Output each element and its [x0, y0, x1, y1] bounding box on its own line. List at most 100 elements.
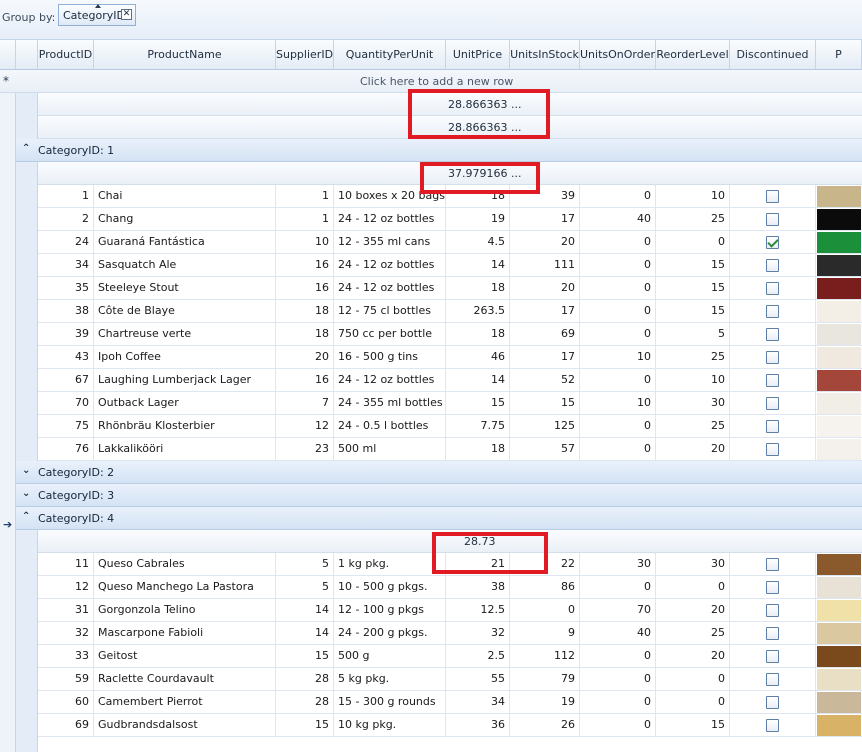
cell-id[interactable]: 59 [38, 668, 94, 690]
cell-qty[interactable]: 12 - 100 g pkgs [334, 599, 446, 621]
unchecked-checkbox[interactable] [766, 282, 779, 295]
table-row[interactable]: 12 Queso Manchego La Pastora 5 10 - 500 g p… [38, 576, 862, 599]
cell-name[interactable]: Raclette Courdavault [94, 668, 276, 690]
cell-supplier[interactable]: 28 [276, 691, 334, 713]
cell-stock[interactable]: 15 [510, 392, 580, 414]
table-row[interactable]: 59 Raclette Courdavault 28 5 kg pkg. 55 79 0 0 [38, 668, 862, 691]
cell-reorder[interactable]: 15 [656, 277, 730, 299]
cell-order[interactable]: 0 [580, 277, 656, 299]
checked-checkbox[interactable] [766, 236, 779, 249]
cell-reorder[interactable]: 10 [656, 369, 730, 391]
table-row[interactable]: 35 Steeleye Stout 16 24 - 12 oz bottles 18 20… [38, 277, 862, 300]
unchecked-checkbox[interactable] [766, 650, 779, 663]
cell-price[interactable]: 38 [446, 576, 510, 598]
cell-qty[interactable]: 24 - 0.5 l bottles [334, 415, 446, 437]
cell-supplier[interactable]: 16 [276, 254, 334, 276]
cell-name[interactable]: Mascarpone Fabioli [94, 622, 276, 644]
cell-id[interactable]: 11 [38, 553, 94, 575]
cell-stock[interactable]: 17 [510, 346, 580, 368]
cell-price[interactable]: 263.5 [446, 300, 510, 322]
cell-supplier[interactable]: 5 [276, 576, 334, 598]
cell-name[interactable]: Gudbrandsdalsost [94, 714, 276, 736]
cell-name[interactable]: Sasquatch Ale [94, 254, 276, 276]
cell-qty[interactable]: 12 - 75 cl bottles [334, 300, 446, 322]
cell-order[interactable]: 0 [580, 668, 656, 690]
cell-order[interactable]: 0 [580, 323, 656, 345]
column-header-discontinued[interactable]: Discontinued [730, 40, 816, 70]
cell-id[interactable]: 43 [38, 346, 94, 368]
unchecked-checkbox[interactable] [766, 581, 779, 594]
cell-qty[interactable]: 15 - 300 g rounds [334, 691, 446, 713]
cell-price[interactable]: 15 [446, 392, 510, 414]
cell-id[interactable]: 33 [38, 645, 94, 667]
group-chip-categoryid[interactable]: CategoryID ✕ [58, 4, 136, 26]
cell-name[interactable]: Lakkalikööri [94, 438, 276, 460]
table-row[interactable]: 69 Gudbrandsdalsost 15 10 kg pkg. 36 26 0 15 [38, 714, 862, 737]
group-header-row[interactable]: ⌃ CategoryID: 1 [16, 139, 862, 162]
cell-reorder[interactable]: 0 [656, 691, 730, 713]
unchecked-checkbox[interactable] [766, 420, 779, 433]
column-header-unitprice[interactable]: UnitPrice [446, 40, 510, 70]
column-header-p[interactable]: P [816, 40, 862, 70]
cell-id[interactable]: 39 [38, 323, 94, 345]
unchecked-checkbox[interactable] [766, 696, 779, 709]
cell-order[interactable]: 0 [580, 645, 656, 667]
unchecked-checkbox[interactable] [766, 604, 779, 617]
cell-stock[interactable]: 17 [510, 300, 580, 322]
cell-name[interactable]: Queso Cabrales [94, 553, 276, 575]
cell-name[interactable]: Chartreuse verte [94, 323, 276, 345]
cell-price[interactable]: 19 [446, 208, 510, 230]
cell-reorder[interactable]: 30 [656, 553, 730, 575]
close-icon[interactable]: ✕ [121, 9, 132, 20]
cell-qty[interactable]: 5 kg pkg. [334, 668, 446, 690]
cell-order[interactable]: 40 [580, 208, 656, 230]
cell-name[interactable]: Steeleye Stout [94, 277, 276, 299]
unchecked-checkbox[interactable] [766, 259, 779, 272]
table-row[interactable]: 24 Guaraná Fantástica 10 12 - 355 ml cans 4.… [38, 231, 862, 254]
cell-qty[interactable]: 500 ml [334, 438, 446, 460]
column-header-productname[interactable]: ProductName [94, 40, 276, 70]
cell-supplier[interactable]: 5 [276, 553, 334, 575]
chevron-down-icon[interactable]: ⌄ [22, 465, 30, 476]
group-header-row[interactable]: ⌄ CategoryID: 3 [16, 484, 862, 507]
cell-name[interactable]: Camembert Pierrot [94, 691, 276, 713]
cell-reorder[interactable]: 15 [656, 300, 730, 322]
cell-qty[interactable]: 500 g [334, 645, 446, 667]
cell-stock[interactable]: 57 [510, 438, 580, 460]
cell-supplier[interactable]: 14 [276, 622, 334, 644]
cell-reorder[interactable]: 20 [656, 645, 730, 667]
cell-order[interactable]: 0 [580, 254, 656, 276]
table-row[interactable]: 38 Côte de Blaye 18 12 - 75 cl bottles 263.5… [38, 300, 862, 323]
table-row[interactable]: 39 Chartreuse verte 18 750 cc per bottle 18 6… [38, 323, 862, 346]
cell-price[interactable]: 4.5 [446, 231, 510, 253]
cell-price[interactable]: 14 [446, 369, 510, 391]
unchecked-checkbox[interactable] [766, 719, 779, 732]
cell-id[interactable]: 32 [38, 622, 94, 644]
cell-name[interactable]: Geitost [94, 645, 276, 667]
cell-price[interactable]: 7.75 [446, 415, 510, 437]
unchecked-checkbox[interactable] [766, 374, 779, 387]
cell-order[interactable]: 40 [580, 622, 656, 644]
cell-stock[interactable]: 17 [510, 208, 580, 230]
cell-id[interactable]: 38 [38, 300, 94, 322]
cell-qty[interactable]: 24 - 12 oz bottles [334, 254, 446, 276]
unchecked-checkbox[interactable] [766, 443, 779, 456]
cell-order[interactable]: 0 [580, 714, 656, 736]
cell-supplier[interactable]: 10 [276, 231, 334, 253]
cell-stock[interactable]: 0 [510, 599, 580, 621]
cell-price[interactable]: 18 [446, 438, 510, 460]
unchecked-checkbox[interactable] [766, 213, 779, 226]
cell-stock[interactable]: 86 [510, 576, 580, 598]
cell-reorder[interactable]: 25 [656, 622, 730, 644]
cell-id[interactable]: 75 [38, 415, 94, 437]
cell-id[interactable]: 70 [38, 392, 94, 414]
cell-id[interactable]: 60 [38, 691, 94, 713]
cell-name[interactable]: Outback Lager [94, 392, 276, 414]
chevron-up-icon[interactable]: ⌃ [22, 511, 30, 522]
cell-id[interactable]: 12 [38, 576, 94, 598]
cell-id[interactable]: 31 [38, 599, 94, 621]
cell-order[interactable]: 0 [580, 438, 656, 460]
cell-order[interactable]: 0 [580, 415, 656, 437]
cell-stock[interactable]: 52 [510, 369, 580, 391]
table-row[interactable]: 75 Rhönbräu Klosterbier 12 24 - 0.5 l bottl… [38, 415, 862, 438]
